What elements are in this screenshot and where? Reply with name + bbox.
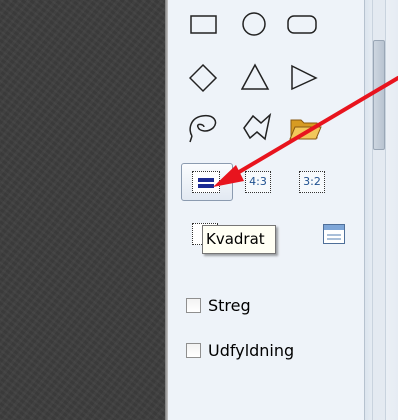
- annotation-arrow: [213, 76, 398, 187]
